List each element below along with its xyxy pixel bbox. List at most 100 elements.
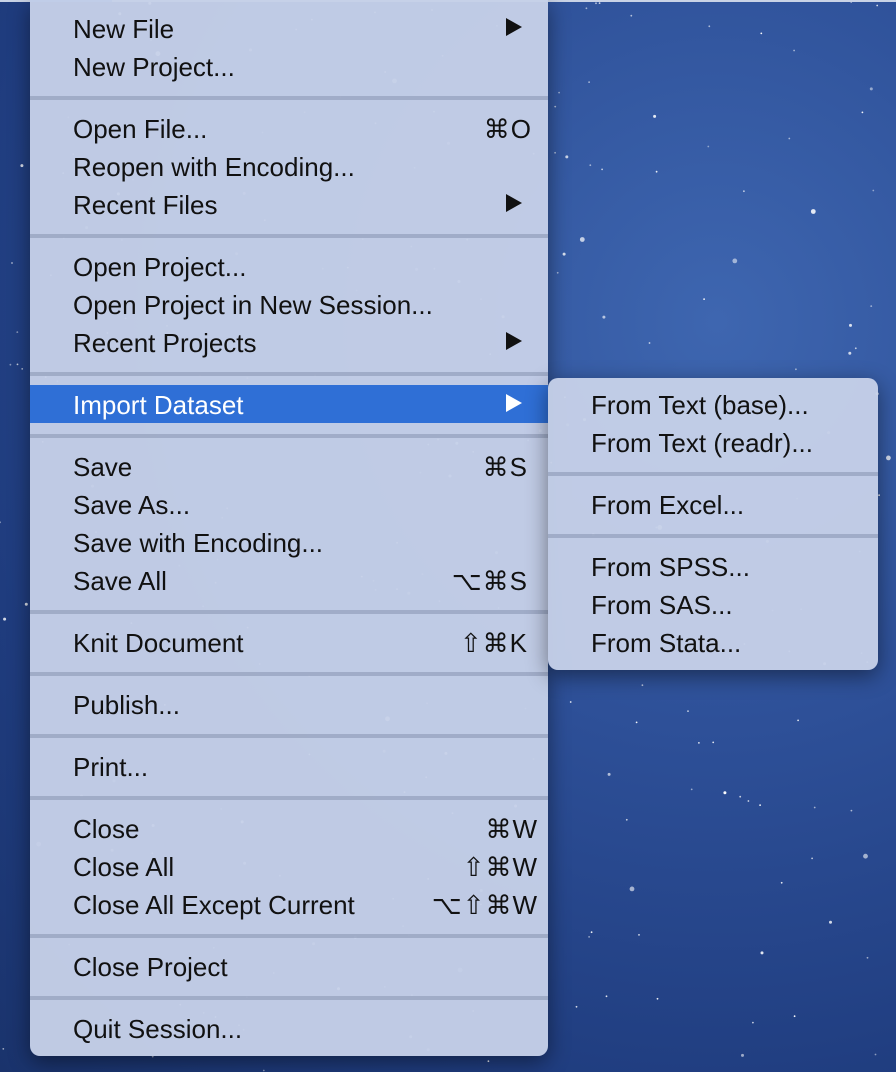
- menu-item-label: Print...: [73, 752, 149, 782]
- star: [656, 997, 659, 1000]
- star: [793, 49, 795, 52]
- menu-item-shortcut: ⇧⌘K: [459, 628, 528, 658]
- star: [797, 719, 799, 722]
- menu-item-new-project[interactable]: New Project...: [30, 47, 548, 85]
- submenu-item-from-text-readr[interactable]: From Text (readr)...: [548, 423, 878, 461]
- star: [759, 804, 761, 806]
- star: [849, 323, 852, 327]
- star: [878, 494, 880, 497]
- submenu-item-from-excel[interactable]: From Excel...: [548, 485, 878, 523]
- menu-item-shortcut: ⌘S: [482, 452, 528, 482]
- menu-separator: [30, 234, 548, 238]
- menu-item-publish[interactable]: Publish...: [30, 685, 548, 723]
- star: [21, 368, 24, 370]
- menu-item-close[interactable]: Close ⌘W: [30, 809, 548, 847]
- star: [0, 521, 1, 524]
- star: [747, 800, 750, 802]
- star: [743, 190, 745, 193]
- menu-item-label: Close All: [73, 852, 175, 882]
- star: [708, 25, 711, 28]
- menu-item-quit-session[interactable]: Quit Session...: [30, 1009, 548, 1047]
- menu-item-close-all[interactable]: Close All ⇧⌘W: [30, 847, 548, 885]
- menu-item-label: From SPSS...: [591, 552, 750, 582]
- star: [690, 788, 693, 791]
- submenu-arrow-icon: [506, 332, 522, 350]
- star: [648, 342, 651, 344]
- star: [788, 137, 791, 140]
- menu-separator: [30, 672, 548, 676]
- star: [9, 363, 12, 366]
- menu-item-save-as[interactable]: Save As...: [30, 485, 548, 523]
- menu-item-label: Save with Encoding...: [73, 528, 324, 558]
- menu-item-shortcut: ⌘O: [483, 114, 532, 144]
- star: [605, 995, 608, 998]
- menu-item-knit-document[interactable]: Knit Document ⇧⌘K: [30, 623, 548, 661]
- menu-item-label: New Project...: [73, 52, 235, 82]
- star: [625, 818, 628, 821]
- menu-item-save-with-encoding[interactable]: Save with Encoding...: [30, 523, 548, 561]
- star: [556, 271, 559, 274]
- star: [707, 145, 710, 148]
- menu-separator: [30, 734, 548, 738]
- submenu-item-from-sas[interactable]: From SAS...: [548, 585, 878, 623]
- menu-separator: [30, 996, 548, 1000]
- star: [16, 331, 19, 333]
- star: [741, 1053, 744, 1057]
- submenu-item-from-stata[interactable]: From Stata...: [548, 623, 878, 661]
- star: [703, 298, 705, 300]
- menu-item-recent-projects[interactable]: Recent Projects: [30, 323, 548, 361]
- menu-item-reopen-with-encoding[interactable]: Reopen with Encoding...: [30, 147, 548, 185]
- star: [760, 32, 763, 35]
- menu-item-label: New File: [73, 14, 175, 44]
- star: [579, 237, 585, 242]
- submenu-arrow-icon: [506, 18, 522, 36]
- star: [829, 920, 832, 924]
- menu-item-new-file[interactable]: New File: [30, 9, 548, 47]
- star: [793, 1015, 796, 1018]
- menu-item-label: Close All Except Current: [73, 890, 355, 920]
- star: [854, 347, 857, 350]
- menu-item-print[interactable]: Print...: [30, 747, 548, 785]
- star: [565, 155, 569, 159]
- menu-item-label: From Text (readr)...: [591, 428, 814, 458]
- menu-item-label: From Stata...: [591, 628, 742, 658]
- star: [641, 684, 644, 687]
- submenu-item-from-spss[interactable]: From SPSS...: [548, 547, 878, 585]
- menu-item-close-project[interactable]: Close Project: [30, 947, 548, 985]
- menu-item-save-all[interactable]: Save All ⌥⌘S: [30, 561, 548, 599]
- menu-item-label: Recent Projects: [73, 328, 257, 358]
- submenu-item-from-text-base[interactable]: From Text (base)...: [548, 385, 878, 423]
- menu-separator: [548, 534, 878, 538]
- menu-item-open-project-new-session[interactable]: Open Project in New Session...: [30, 285, 548, 323]
- menu-item-label: From SAS...: [591, 590, 733, 620]
- star: [863, 853, 868, 859]
- import-dataset-submenu: From Text (base)... From Text (readr)...…: [548, 378, 878, 670]
- menu-item-label: Quit Session...: [73, 1014, 243, 1044]
- menu-item-save[interactable]: Save ⌘S: [30, 447, 548, 485]
- star: [635, 721, 638, 724]
- menu-item-recent-files[interactable]: Recent Files: [30, 185, 548, 223]
- menu-item-label: From Text (base)...: [591, 390, 809, 420]
- star: [780, 881, 783, 884]
- menu-item-import-dataset[interactable]: Import Dataset: [30, 385, 548, 423]
- star: [872, 189, 875, 192]
- star: [870, 305, 873, 307]
- star: [630, 14, 633, 17]
- menu-separator: [30, 434, 548, 438]
- submenu-arrow-icon: [506, 194, 522, 212]
- star: [569, 701, 572, 703]
- menu-separator: [30, 372, 548, 376]
- menu-item-label: Open Project...: [73, 252, 247, 282]
- menu-item-shortcut: ⌥⇧⌘W: [431, 890, 538, 920]
- file-menu: New File New Project... Open File... ⌘O …: [30, 0, 548, 1056]
- star: [602, 315, 606, 319]
- menu-item-label: Publish...: [73, 690, 180, 720]
- star: [866, 956, 869, 959]
- star: [601, 168, 603, 171]
- menu-item-close-all-except-current[interactable]: Close All Except Current ⌥⇧⌘W: [30, 885, 548, 923]
- menu-item-label: Open Project in New Session...: [73, 290, 433, 320]
- menu-separator: [30, 610, 548, 614]
- menu-item-label: Save As...: [73, 490, 191, 520]
- menu-item-open-project[interactable]: Open Project...: [30, 247, 548, 285]
- menu-item-open-file[interactable]: Open File... ⌘O: [30, 109, 548, 147]
